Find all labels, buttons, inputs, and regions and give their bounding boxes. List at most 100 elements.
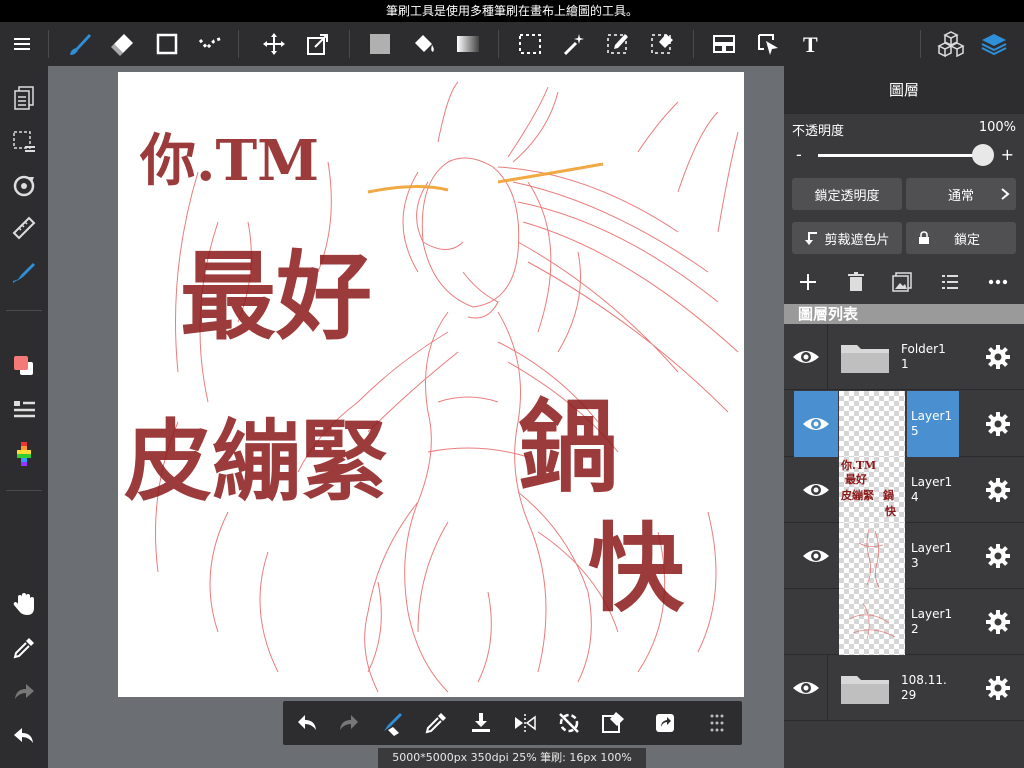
eye-icon — [803, 550, 829, 562]
opacity-minus-button[interactable]: - — [796, 145, 802, 164]
operation-icon[interactable] — [752, 28, 784, 60]
menu-icon[interactable] — [6, 28, 38, 60]
main-toolbar: T — [0, 22, 1024, 66]
quick-access-bar — [283, 701, 742, 745]
layer-settings-button[interactable] — [972, 523, 1024, 589]
redo-icon[interactable] — [8, 676, 40, 708]
dotted-line-icon[interactable] — [195, 28, 227, 60]
select-eraser-icon[interactable] — [646, 28, 678, 60]
opacity-value: 100% — [978, 120, 1016, 135]
bucket-icon[interactable] — [408, 28, 440, 60]
visibility-toggle[interactable] — [794, 589, 838, 655]
clipping-mask-button[interactable]: 剪裁遮色片 — [792, 222, 902, 254]
flip-horizontal-icon[interactable] — [509, 707, 541, 739]
hand-icon[interactable] — [8, 588, 40, 620]
lock-opacity-button[interactable]: 鎖定透明度 — [792, 178, 902, 210]
snap-pen-icon[interactable] — [8, 256, 40, 288]
eraser-icon[interactable] — [107, 28, 139, 60]
brush-eraser-toggle-icon[interactable] — [377, 707, 409, 739]
canvas-text-4: 鍋 — [518, 388, 618, 506]
magic-wand-icon[interactable] — [558, 28, 590, 60]
drawing-canvas[interactable]: 你.TM 最好 皮繃緊 鍋 快 — [118, 72, 744, 697]
eye-icon — [803, 484, 829, 496]
rotate-reset-icon[interactable] — [553, 707, 585, 739]
gear-icon — [986, 345, 1010, 369]
share-icon[interactable] — [649, 707, 681, 739]
pages-icon[interactable] — [8, 82, 40, 114]
layer-row[interactable]: Layer13 — [784, 523, 1024, 589]
layer-row[interactable]: 108.11.29 — [784, 655, 1024, 721]
color-palette-icon[interactable] — [8, 438, 40, 470]
transform-icon[interactable] — [302, 28, 334, 60]
lock-icon — [918, 231, 929, 244]
visibility-toggle[interactable] — [784, 655, 828, 721]
layer-name: Layer13 — [911, 541, 953, 570]
layer-panel: 圖層 不透明度 100% - + 鎖定透明度 通常 剪裁遮色片 鎖定 圖層列表 … — [784, 66, 1024, 768]
eyedropper-icon[interactable] — [8, 632, 40, 664]
opacity-slider-handle[interactable] — [972, 144, 994, 166]
ruler-icon[interactable] — [8, 212, 40, 244]
rectangle-icon[interactable] — [151, 28, 183, 60]
layer-actions — [784, 264, 1024, 300]
layers-icon[interactable] — [978, 28, 1010, 60]
svg-text:鍋: 鍋 — [883, 488, 894, 502]
visibility-toggle[interactable] — [784, 324, 828, 390]
svg-text:皮繃緊: 皮繃緊 — [840, 488, 874, 502]
eyedropper-icon[interactable] — [420, 707, 452, 739]
select-rect-icon[interactable] — [514, 28, 546, 60]
undo-icon[interactable] — [8, 720, 40, 752]
layer-thumb — [839, 391, 905, 457]
panel-title: 圖層 — [784, 66, 1024, 114]
add-layer-icon[interactable] — [794, 268, 822, 296]
import-icon[interactable] — [465, 707, 497, 739]
layer-settings-button[interactable] — [972, 655, 1024, 721]
select-pen-icon[interactable] — [602, 28, 634, 60]
eye-icon — [803, 418, 829, 430]
lock-label: 鎖定 — [953, 232, 980, 248]
clear-layer-icon[interactable] — [597, 707, 629, 739]
more-options-icon[interactable] — [984, 268, 1012, 296]
layer-name: Layer15 — [907, 391, 959, 457]
gear-icon — [986, 676, 1010, 700]
layer-settings-button[interactable] — [972, 589, 1024, 655]
material-icon[interactable] — [935, 28, 967, 60]
grid-menu-icon[interactable] — [701, 707, 733, 739]
layer-name: Folder11 — [901, 342, 946, 371]
fill-color-icon[interactable] — [364, 28, 396, 60]
blend-mode-label: 通常 — [947, 188, 974, 204]
selection-layer-icon[interactable] — [8, 126, 40, 158]
color-swatch-icon[interactable] — [8, 350, 40, 382]
layer-settings-button[interactable] — [972, 391, 1024, 457]
redo-icon[interactable] — [333, 707, 365, 739]
layer-list-header: 圖層列表 — [784, 304, 1024, 324]
visibility-toggle[interactable] — [794, 457, 838, 523]
svg-text:T: T — [803, 32, 818, 57]
undo-icon[interactable] — [291, 707, 323, 739]
layer-row[interactable]: 你.TM 最好 皮繃緊鍋快 Layer14 — [784, 457, 1024, 523]
svg-text:你.TM: 你.TM — [840, 458, 876, 472]
eye-icon — [792, 351, 819, 363]
frame-icon[interactable] — [708, 28, 740, 60]
rotate-canvas-icon[interactable] — [8, 170, 40, 202]
delete-layer-icon[interactable] — [842, 268, 870, 296]
visibility-toggle[interactable] — [794, 391, 838, 457]
add-image-layer-icon[interactable] — [888, 268, 916, 296]
layer-thumb — [839, 589, 905, 655]
layer-row[interactable]: Layer12 — [784, 589, 1024, 655]
layer-row[interactable]: Folder11 — [784, 324, 1024, 390]
layer-settings-button[interactable] — [972, 457, 1024, 523]
move-icon[interactable] — [258, 28, 290, 60]
opacity-plus-button[interactable]: + — [1001, 145, 1014, 164]
brush-icon[interactable] — [64, 28, 96, 60]
text-icon[interactable]: T — [796, 28, 828, 60]
layer-list-icon[interactable] — [936, 268, 964, 296]
brush-list-icon[interactable] — [8, 394, 40, 426]
layer-row-selected[interactable]: Layer15 — [784, 391, 1024, 457]
folder-icon — [841, 676, 889, 704]
gradient-icon[interactable] — [452, 28, 484, 60]
blend-mode-select[interactable]: 通常 — [906, 178, 1016, 210]
layer-settings-button[interactable] — [972, 324, 1024, 390]
opacity-slider[interactable] — [818, 154, 984, 157]
lock-layer-button[interactable]: 鎖定 — [906, 222, 1016, 254]
visibility-toggle[interactable] — [794, 523, 838, 589]
